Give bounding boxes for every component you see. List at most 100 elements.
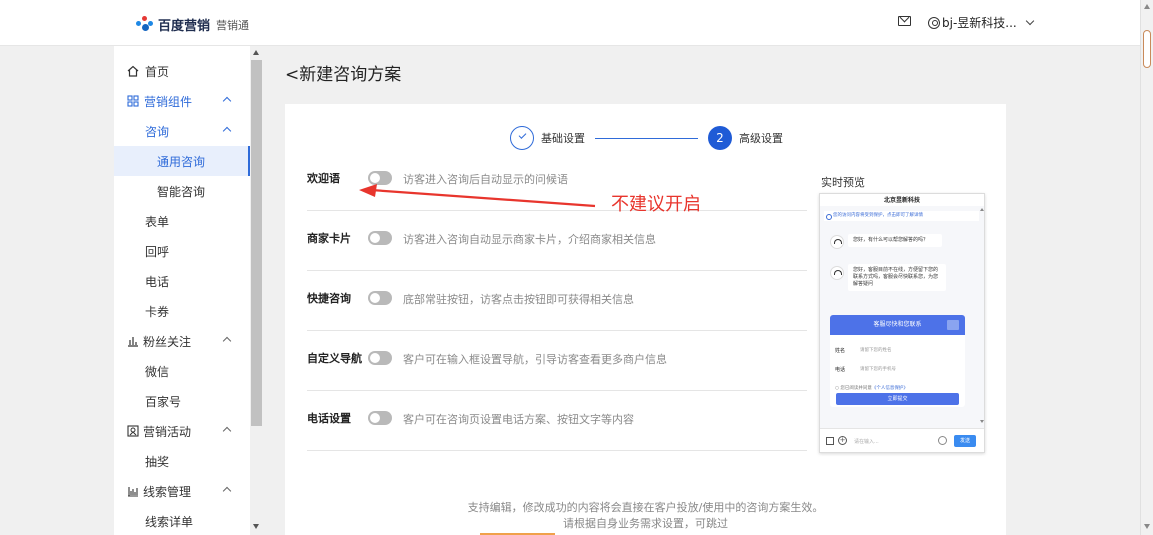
- footer-line: 请根据自身业务需求设置，可跳过: [563, 517, 728, 530]
- preview-input-placeholder: 请在输入...: [854, 439, 879, 445]
- scrollbar-thumb[interactable]: [1143, 30, 1151, 68]
- plus-icon: +: [838, 436, 847, 445]
- user-icon: [928, 16, 940, 29]
- preview-form-title-text: 客服尽快和您联系: [873, 321, 922, 328]
- sidebar-item-general-consult[interactable]: 通用咨询: [114, 146, 250, 176]
- product-name: 营销通: [216, 18, 250, 32]
- sidebar-item-callback[interactable]: 回呼: [114, 236, 250, 266]
- home-icon: [127, 65, 139, 77]
- baidu-paw-icon: [136, 15, 154, 34]
- footer-line: 支持编辑，修改成功的内容将会直接在客户投放/使用中的咨询方案生效。: [467, 501, 824, 514]
- user-menu[interactable]: bj-昱新科技...: [928, 14, 1034, 31]
- sidebar-item-campaign[interactable]: 营销活动: [114, 416, 250, 446]
- page-title-text: 新建咨询方案: [299, 65, 402, 85]
- sidebar-item-label: 通用咨询: [157, 154, 206, 169]
- chevron-up-icon: [222, 126, 232, 136]
- sidebar-item-fans[interactable]: 粉丝关注: [114, 326, 250, 356]
- sidebar-item-coupon[interactable]: 卡券: [114, 296, 250, 326]
- emoji-icon: [938, 436, 947, 445]
- chevron-up-icon: [222, 336, 232, 346]
- chevron-up-icon: [222, 426, 232, 436]
- preview-notice: 您的访问内容将受到保护，点击即可了解详情: [824, 211, 979, 221]
- sidebar-item-consult[interactable]: 咨询: [114, 116, 250, 146]
- field-placeholder: 请留下您的姓名: [860, 348, 892, 353]
- field-placeholder: 请留下您的手机号: [860, 367, 896, 372]
- preview-form-title: 客服尽快和您联系: [830, 315, 965, 335]
- page-title[interactable]: <新建咨询方案: [285, 60, 401, 85]
- sidebar-item-label: 咨询: [145, 124, 170, 139]
- sidebar-item-home[interactable]: 首页: [114, 56, 250, 86]
- sidebar-item-form[interactable]: 表单: [114, 206, 250, 236]
- mail-icon[interactable]: [898, 16, 911, 26]
- agree-link: 《个人信息保护》: [871, 386, 908, 391]
- preview-message: 您好，客服目前不在线，方便留下您的联系方式吗，客服会尽快联系您，为您解答疑问: [848, 264, 946, 291]
- field-label: 姓名: [835, 348, 846, 354]
- sidebar-item-label: 线索管理: [143, 484, 192, 499]
- phone-preview: 北京昱新科技 您的访问内容将受到保护，点击即可了解详情 您好，有什么可以帮您解答…: [819, 193, 985, 453]
- footer-note: 支持编辑，修改成功的内容将会直接在客户投放/使用中的咨询方案生效。 请根据自身业…: [285, 500, 1006, 532]
- sidebar-item-label: 线索详单: [145, 514, 194, 529]
- sidebar-item-label: 百家号: [145, 394, 182, 409]
- window-scrollbar[interactable]: [1140, 0, 1153, 535]
- sidebar-item-wechat[interactable]: 微信: [114, 356, 250, 386]
- preview-message: 您好，有什么可以帮您解答的吗？: [848, 234, 942, 247]
- grid-icon: [127, 95, 139, 107]
- sidebar-item-phone[interactable]: 电话: [114, 266, 250, 296]
- chevron-down-icon: [1025, 16, 1034, 25]
- baidu-logo[interactable]: 百度营销 营销通: [136, 15, 249, 34]
- activity-icon: [127, 425, 139, 437]
- annotation-text: 不建议开启: [611, 194, 701, 215]
- scroll-up-icon[interactable]: [253, 50, 259, 55]
- settings-card: 基础设置 2 高级设置 欢迎语 访客进入咨询后自动显示的问候语 商家卡片 访客进…: [285, 104, 1006, 535]
- brand-name: 百度营销: [158, 19, 211, 34]
- sidebar-item-label: 营销活动: [143, 424, 192, 439]
- sidebar-item-label: 粉丝关注: [143, 334, 192, 349]
- grid-icon: [826, 437, 834, 445]
- sidebar-item-label: 首页: [145, 64, 170, 79]
- sidebar-item-lottery[interactable]: 抽奖: [114, 446, 250, 476]
- sidebar-item-label: 卡券: [145, 304, 170, 319]
- sidebar-scrollbar[interactable]: [250, 46, 263, 535]
- sidebar-item-baijiahao[interactable]: 百家号: [114, 386, 250, 416]
- sidebar-item-lead-details[interactable]: 线索详单: [114, 506, 250, 535]
- scrollbar-thumb[interactable]: [251, 60, 262, 426]
- top-header: 百度营销 营销通 bj-昱新科技...: [0, 0, 1140, 46]
- preview-title: 实时预览: [821, 176, 865, 189]
- sidebar-item-label: 表单: [145, 214, 170, 229]
- agree-text: 您已阅读并同意: [840, 386, 872, 391]
- chevron-up-icon: [222, 96, 232, 106]
- preview-send-button: 发送: [954, 435, 976, 447]
- scroll-up-icon: [980, 208, 984, 211]
- sidebar: 首页 营销组件 咨询 通用咨询 智能咨询 表单 回呼 电话 卡券 粉丝关注 微信…: [114, 46, 250, 535]
- document-icon: [947, 320, 959, 330]
- field-label: 电话: [835, 367, 846, 373]
- scroll-down-icon: [980, 420, 984, 423]
- preview-scrollbar: [980, 206, 984, 426]
- scroll-down-icon[interactable]: [253, 524, 259, 529]
- chart-icon: [128, 487, 138, 497]
- bar-chart-icon: [128, 337, 138, 347]
- back-chevron-icon[interactable]: <: [285, 65, 299, 85]
- scroll-down-icon[interactable]: [1144, 524, 1150, 529]
- sidebar-item-marketing-components[interactable]: 营销组件: [114, 86, 250, 116]
- sidebar-item-label: 智能咨询: [157, 184, 206, 199]
- preview-lead-form: 客服尽快和您联系 姓名 请留下您的姓名 电话 请留下您的手机号 ○ 您已阅读并同…: [830, 315, 965, 407]
- preview-submit-button: 立即提交: [836, 393, 959, 405]
- preview-phone-field: 电话 请留下您的手机号: [835, 366, 896, 373]
- sidebar-item-label: 回呼: [145, 244, 170, 259]
- chevron-up-icon: [222, 486, 232, 496]
- scroll-up-icon[interactable]: [1144, 4, 1150, 9]
- headset-icon: [830, 235, 844, 249]
- headset-icon: [830, 266, 844, 280]
- sidebar-item-label: 营销组件: [144, 94, 193, 109]
- preview-company: 北京昱新科技: [820, 194, 984, 206]
- preview-name-field: 姓名 请留下您的姓名: [835, 347, 892, 354]
- sidebar-item-label: 电话: [145, 274, 170, 289]
- sidebar-item-label: 微信: [145, 364, 170, 379]
- preview-agreement: ○ 您已阅读并同意《个人信息保护》: [835, 386, 908, 391]
- sidebar-item-smart-consult[interactable]: 智能咨询: [114, 176, 250, 206]
- sidebar-item-leads[interactable]: 线索管理: [114, 476, 250, 506]
- user-name: bj-昱新科技...: [942, 16, 1017, 30]
- sidebar-item-label: 抽奖: [145, 454, 170, 469]
- preview-input-bar: + 请在输入... 发送: [820, 428, 984, 452]
